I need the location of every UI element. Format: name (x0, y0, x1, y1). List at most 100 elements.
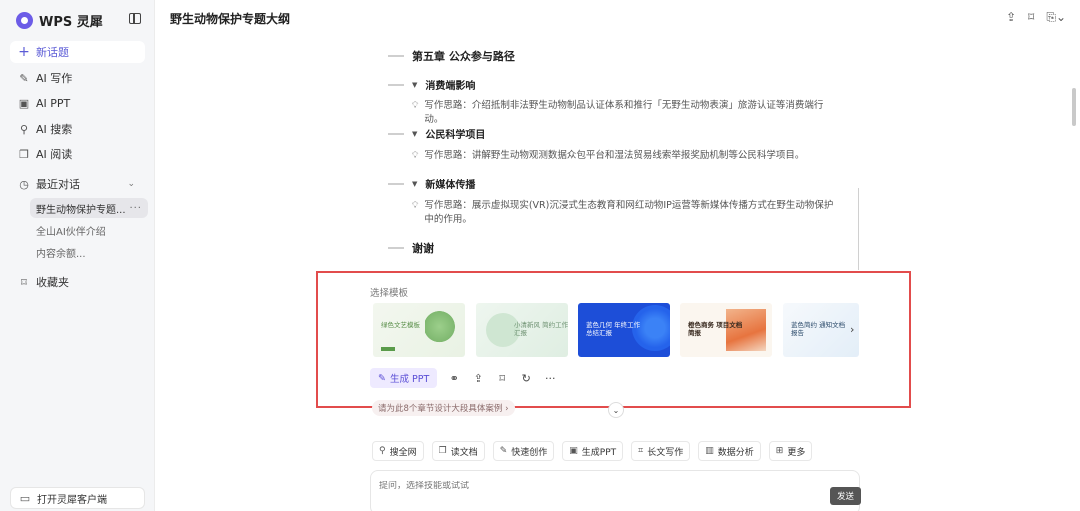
outline-closing: 谢谢 (388, 240, 434, 256)
chart-icon: ▥ (705, 446, 714, 456)
sidebar-item-ai-writing[interactable]: ✎ AI 写作 (10, 67, 145, 89)
template-card[interactable]: 绿色文艺模板 (373, 303, 465, 357)
chat-input[interactable] (379, 481, 779, 491)
more-options-icon[interactable]: ··· (129, 203, 142, 214)
template-thumbnail-art (425, 309, 461, 353)
tool-label: 生成PPT (581, 447, 617, 458)
section-note: 💡︎ 写作思路：讲解野生动物观测数据众包平台和湿法贸易线索举报奖励机制等公民科学… (412, 149, 842, 163)
chapter-title: 第五章 公众参与路径 (412, 50, 515, 63)
template-card[interactable]: 蓝色简约 通知文档报告 (783, 303, 859, 357)
tool-search-web[interactable]: ⚲ 搜全网 (372, 441, 424, 461)
open-client-button[interactable]: ▭ 打开灵犀客户端 (10, 487, 145, 509)
new-chat-button[interactable]: + 新话题 (10, 41, 145, 63)
brand-name: WPS 灵犀 (39, 14, 103, 30)
suggestion-chip[interactable]: 请为此8个章节设计大段具体案例 › (372, 400, 515, 416)
sidebar-item-label: AI PPT (36, 96, 71, 110)
sidebar-item-label: AI 写作 (36, 72, 73, 85)
template-title: 蓝色几何 年终工作总结汇报 (586, 321, 641, 337)
share-icon[interactable]: ⇪ (471, 372, 485, 385)
recent-chat-title: 野生动物保护专题... (36, 204, 126, 216)
action-bar: ✎ 生成 PPT ⚭ ⇪ ⌑ ↻ ··· (370, 368, 557, 388)
template-card[interactable]: 橙色商务 项目文档简报 (680, 303, 772, 357)
sidebar-item-label: AI 搜索 (36, 123, 73, 136)
tag-icon: ⌗ (638, 446, 644, 456)
share-icon[interactable]: ⇪ (1006, 10, 1016, 25)
sidebar-item-label: AI 阅读 (36, 148, 73, 161)
grid-icon: ⊞ (775, 446, 784, 456)
outline-marker (388, 247, 404, 249)
template-card[interactable]: 蓝色几何 年终工作总结汇报 (578, 303, 670, 357)
outline-section[interactable]: ▼ 消费端影响 (388, 77, 475, 92)
recent-chats-label: 最近对话 (36, 178, 80, 191)
template-thumbnail-art (381, 347, 395, 351)
bookmark-icon[interactable]: ⌑ (1028, 10, 1034, 25)
outline-section[interactable]: ▼ 公民科学项目 (388, 126, 485, 141)
section-title: 新媒体传播 (425, 180, 476, 191)
sidebar-item-ai-ppt[interactable]: ▣ AI PPT (10, 92, 145, 114)
recent-chat-item[interactable]: 全山AI伙伴介绍 (36, 220, 151, 240)
tool-quick-create[interactable]: ✎ 快速创作 (492, 441, 555, 461)
recent-chat-item[interactable]: 内容余额... (36, 242, 151, 262)
ppt-icon: ▣ (18, 96, 30, 110)
outline-marker (388, 83, 404, 86)
clock-icon: ◷ (19, 177, 29, 191)
recent-chat-title: 内容余额... (36, 248, 86, 260)
outline-marker (388, 182, 404, 185)
bookmark-icon: ⌑ (21, 275, 27, 289)
skill-toolbar: ⚲ 搜全网 ❐ 读文档 ✎ 快速创作 ▣ 生成PPT ⌗ 长文写作 ▥ 数据分析 ⊞ 更多 (372, 441, 813, 461)
section-note-text: 写作思路：讲解野生动物观测数据众包平台和湿法贸易线索举报奖励机制等公民科学项目。 (424, 150, 805, 161)
tool-label: 读文档 (450, 447, 478, 458)
tool-data-analysis[interactable]: ▥ 数据分析 (698, 441, 761, 461)
sidebar-item-ai-reading[interactable]: ❐ AI 阅读 (10, 143, 145, 165)
brand[interactable]: WPS 灵犀 (16, 10, 103, 30)
recent-chat-item[interactable]: 野生动物保护专题... ··· (30, 198, 148, 218)
triangle-down-icon[interactable]: ▼ (412, 180, 417, 188)
section-title: 消费端影响 (425, 81, 476, 92)
template-title: 橙色商务 项目文档简报 (688, 321, 743, 337)
pen-icon: ✎ (499, 446, 508, 456)
template-card[interactable]: 小清新风 简约工作汇报 (476, 303, 568, 357)
template-title: 蓝色简约 通知文档报告 (791, 321, 846, 337)
refresh-icon[interactable]: ↻ (519, 372, 533, 385)
tool-read-doc[interactable]: ❐ 读文档 (431, 441, 485, 461)
app-window: WPS 灵犀 + 新话题 ✎ AI 写作 ▣ AI PPT ⚲ AI 搜索 ❐ … (0, 0, 1080, 511)
triangle-down-icon[interactable]: ▼ (412, 81, 417, 89)
outline-marker (388, 55, 404, 57)
chevron-down-icon: ⌄ (127, 179, 135, 189)
logo-icon (16, 11, 33, 29)
scroll-down-icon[interactable]: ⌄ (608, 402, 624, 418)
tool-label: 搜全网 (389, 447, 417, 458)
bookmark-icon[interactable]: ⌑ (495, 372, 509, 385)
link-icon[interactable]: ⚭ (447, 372, 461, 385)
lightbulb-icon: 💡︎ (412, 151, 419, 161)
tool-long-writing[interactable]: ⌗ 长文写作 (631, 441, 691, 461)
tool-label: 数据分析 (717, 447, 754, 458)
export-icon[interactable]: ⎘⌄ (1046, 10, 1066, 25)
recent-chats-toggle[interactable]: ◷ 最近对话 ⌄ (10, 173, 145, 195)
triangle-down-icon[interactable]: ▼ (412, 130, 417, 138)
book-icon: ❐ (19, 147, 29, 161)
tool-generate-ppt[interactable]: ▣ 生成PPT (562, 441, 624, 461)
chat-composer (370, 470, 860, 511)
lightbulb-icon: 💡︎ (412, 201, 419, 211)
section-title: 公民科学项目 (425, 130, 486, 141)
sidebar-collapse-icon[interactable] (129, 13, 141, 24)
closing-title: 谢谢 (412, 242, 434, 255)
more-options-icon[interactable]: ··· (543, 372, 557, 385)
monitor-icon: ▭ (19, 491, 31, 505)
scrollbar-thumb[interactable] (1072, 88, 1076, 126)
generate-ppt-button[interactable]: ✎ 生成 PPT (370, 368, 438, 388)
recent-chat-title: 全山AI伙伴介绍 (36, 226, 106, 238)
outline-chapter: 第五章 公众参与路径 (388, 48, 515, 64)
open-client-label: 打开灵犀客户端 (37, 494, 107, 506)
sidebar-item-ai-search[interactable]: ⚲ AI 搜索 (10, 118, 145, 140)
section-note-text: 写作思路：展示虚拟现实(VR)沉浸式生态教育和网红动物IP运营等新媒体传播方式在… (424, 200, 834, 225)
pen-icon: ✎ (19, 71, 29, 85)
pencil-icon: ✎ (378, 372, 386, 384)
sidebar-item-favorites[interactable]: ⌑ 收藏夹 (10, 271, 145, 293)
tool-more[interactable]: ⊞ 更多 (768, 441, 813, 461)
generate-ppt-label: 生成 PPT (389, 374, 430, 385)
chevron-right-icon[interactable]: › (850, 323, 854, 336)
template-title: 绿色文艺模板 (381, 321, 420, 329)
outline-section[interactable]: ▼ 新媒体传播 (388, 176, 475, 191)
